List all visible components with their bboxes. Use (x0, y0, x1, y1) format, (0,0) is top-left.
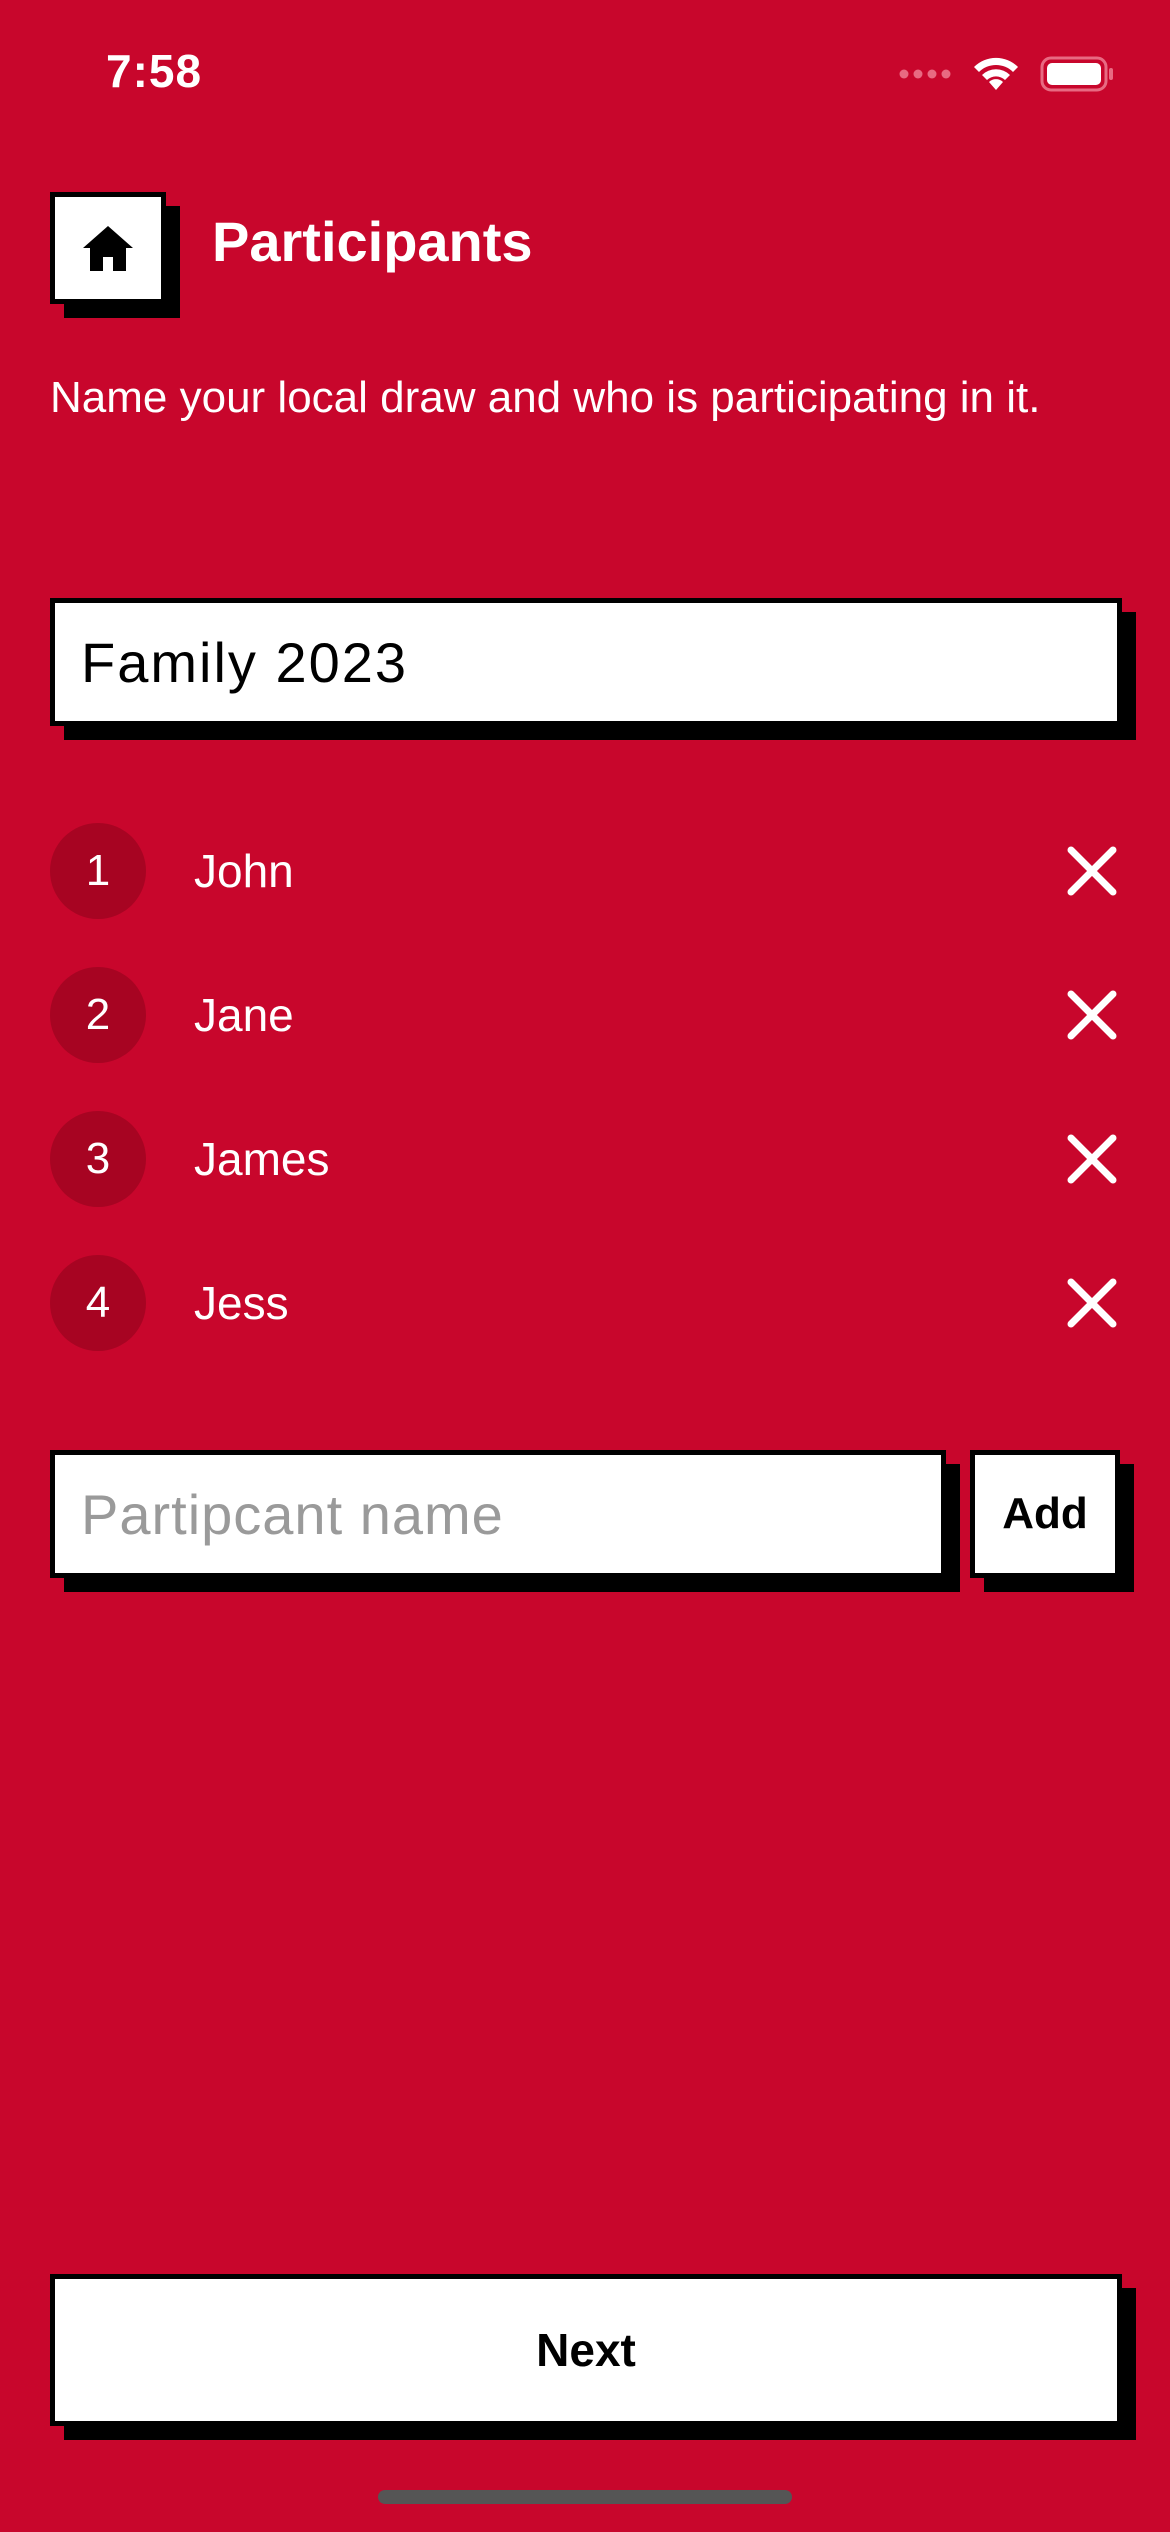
draw-name-input[interactable]: Family 2023 (50, 598, 1122, 726)
next-button[interactable]: Next (50, 2274, 1122, 2426)
cellular-signal-icon (899, 69, 951, 79)
close-icon (1067, 1134, 1117, 1184)
close-icon (1067, 1278, 1117, 1328)
add-participant-button[interactable]: Add (970, 1450, 1120, 1578)
participant-number-badge: 2 (50, 967, 146, 1063)
close-icon (1067, 990, 1117, 1040)
remove-participant-button[interactable] (1060, 839, 1124, 903)
participant-name: Jess (194, 1277, 289, 1329)
status-icons (898, 52, 1116, 96)
close-icon (1067, 846, 1117, 896)
remove-participant-button[interactable] (1060, 1271, 1124, 1335)
participant-name: Jane (194, 989, 294, 1041)
participant-number-badge: 1 (50, 823, 146, 919)
home-icon (83, 226, 133, 271)
status-time: 7:58 (106, 45, 203, 97)
page-description: Name your local draw and who is particip… (50, 373, 1041, 422)
home-indicator[interactable] (378, 2490, 792, 2504)
participant-row: 1 John (50, 822, 1124, 920)
participant-row: 3 James (50, 1110, 1124, 1208)
remove-participant-button[interactable] (1060, 983, 1124, 1047)
participant-number-badge: 3 (50, 1111, 146, 1207)
participant-row: 2 Jane (50, 966, 1124, 1064)
participant-row: 4 Jess (50, 1254, 1124, 1352)
wifi-icon (974, 57, 1018, 90)
participant-name: James (194, 1133, 330, 1185)
page-title: Participants (212, 210, 533, 273)
participant-name: John (194, 845, 294, 897)
participant-number-badge: 4 (50, 1255, 146, 1351)
battery-icon (1040, 56, 1113, 92)
home-button[interactable] (50, 192, 166, 304)
participant-name-input[interactable]: Partipcant name (50, 1450, 946, 1578)
remove-participant-button[interactable] (1060, 1127, 1124, 1191)
